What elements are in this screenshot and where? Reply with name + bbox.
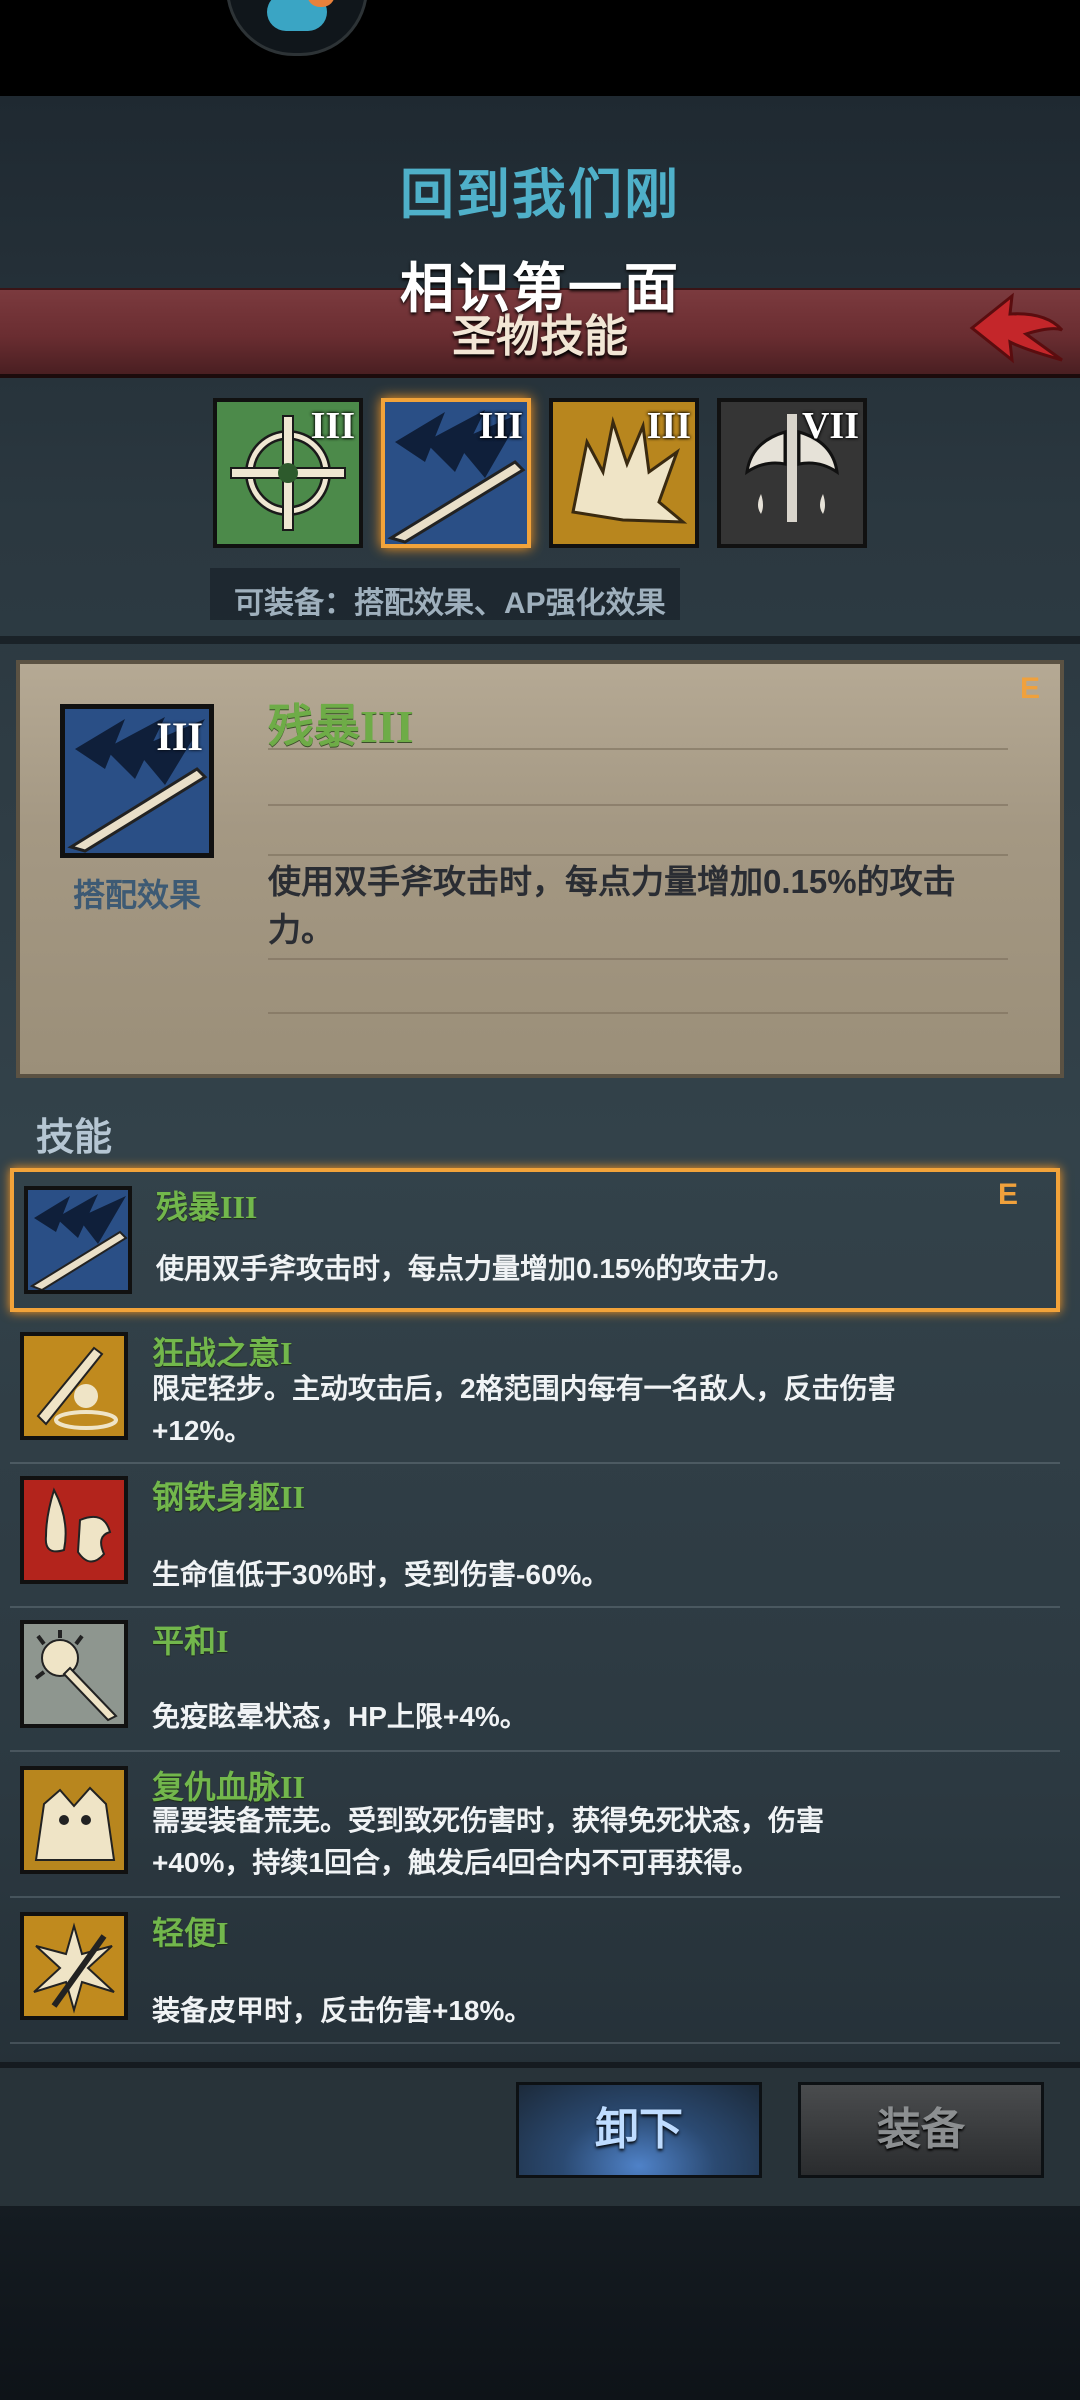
- skill-description: 免疫眩晕状态，HP上限+4%。: [152, 1701, 528, 1732]
- skill-icon: [20, 1620, 128, 1728]
- skill-name: 轻便I: [152, 1915, 229, 1951]
- relic-numeral: VII: [801, 405, 859, 447]
- equip-note-text: 可装备：搭配效果、AP强化效果: [234, 587, 666, 620]
- relic-numeral: III: [646, 405, 691, 447]
- relic-slot-axe[interactable]: VII: [717, 398, 867, 548]
- relic-numeral: III: [310, 405, 355, 447]
- notification-line-1: 回到我们刚: [400, 165, 680, 225]
- skill-row[interactable]: 复仇血脉II 需要装备荒芜。受到致死伤害时，获得免死状态，伤害+40%，持续1回…: [10, 1752, 1060, 1898]
- detail-skill-icon: III: [60, 704, 214, 858]
- detail-skill-name: 残暴III: [268, 701, 414, 752]
- skill-description: 需要装备荒芜。受到致死伤害时，获得免死状态，伤害+40%，持续1回合，触发后4回…: [152, 1805, 825, 1878]
- skill-tag: E: [998, 1178, 1019, 1211]
- divider: [268, 958, 1008, 960]
- detail-caption: 搭配效果: [72, 877, 201, 913]
- skill-description: 使用双手斧攻击时，每点力量增加0.15%的攻击力。: [156, 1253, 796, 1284]
- detail-tag: E: [1020, 672, 1041, 705]
- skills-heading: 技能: [36, 1117, 113, 1159]
- detail-numeral: III: [156, 714, 203, 759]
- footer-area: [0, 2206, 1080, 2400]
- status-bar-area: [0, 0, 1080, 96]
- skill-icon: [20, 1766, 128, 1874]
- equip-note: 可装备：搭配效果、AP强化效果: [210, 568, 680, 620]
- relic-selector: III III III VII: [213, 398, 873, 550]
- skill-row-selected[interactable]: 残暴III E 使用双手斧攻击时，每点力量增加0.15%的攻击力。: [10, 1168, 1060, 1312]
- vengeance-beast-icon: [34, 1786, 116, 1861]
- iron-body-icon: [44, 1487, 112, 1563]
- divider: [0, 636, 1080, 644]
- skill-name: 钢铁身躯II: [152, 1479, 305, 1515]
- skill-icon: [20, 1332, 128, 1440]
- divider: [268, 804, 1008, 806]
- skill-description: 生命值低于30%时，受到伤害-60%。: [152, 1559, 610, 1590]
- skill-row[interactable]: 狂战之意I 限定轻步。主动攻击后，2格范围内每有一名敌人，反击伤害+12%。: [10, 1318, 1060, 1464]
- skill-description: 装备皮甲时，反击伤害+18%。: [152, 1995, 533, 2026]
- skill-icon: [24, 1186, 132, 1294]
- berserker-sword-icon: [36, 1346, 118, 1430]
- relic-slot-crosshair[interactable]: III: [213, 398, 363, 548]
- skill-description: 限定轻步。主动攻击后，2格范围内每有一名敌人，反击伤害+12%。: [152, 1373, 896, 1446]
- claw-slash-icon: [29, 1194, 128, 1292]
- divider: [268, 1012, 1008, 1014]
- skill-icon: [20, 1476, 128, 1584]
- notification-line-2: 相识第一面: [400, 259, 680, 319]
- relic-slot-claw[interactable]: III: [381, 398, 531, 548]
- skill-row[interactable]: 钢铁身躯II 生命值低于30%时，受到伤害-60%。: [10, 1462, 1060, 1608]
- relic-numeral: III: [478, 405, 523, 447]
- skill-row[interactable]: 轻便I 装备皮甲时，反击伤害+18%。: [10, 1898, 1060, 2044]
- skill-icon: [20, 1912, 128, 2020]
- skill-name: 平和I: [152, 1623, 229, 1659]
- skill-row[interactable]: 平和I 免疫眩晕状态，HP上限+4%。: [10, 1606, 1060, 1752]
- unequip-button[interactable]: 卸下: [516, 2082, 762, 2178]
- relic-slot-beast[interactable]: III: [549, 398, 699, 548]
- mace-icon: [34, 1630, 118, 1722]
- detail-description: 使用双手斧攻击时，每点力量增加0.15%的攻击力。: [268, 863, 956, 948]
- burst-arrow-icon: [33, 1922, 115, 2014]
- skill-name: 残暴III: [156, 1189, 258, 1225]
- divider: [268, 854, 1008, 856]
- equip-button[interactable]: 装备: [798, 2082, 1044, 2178]
